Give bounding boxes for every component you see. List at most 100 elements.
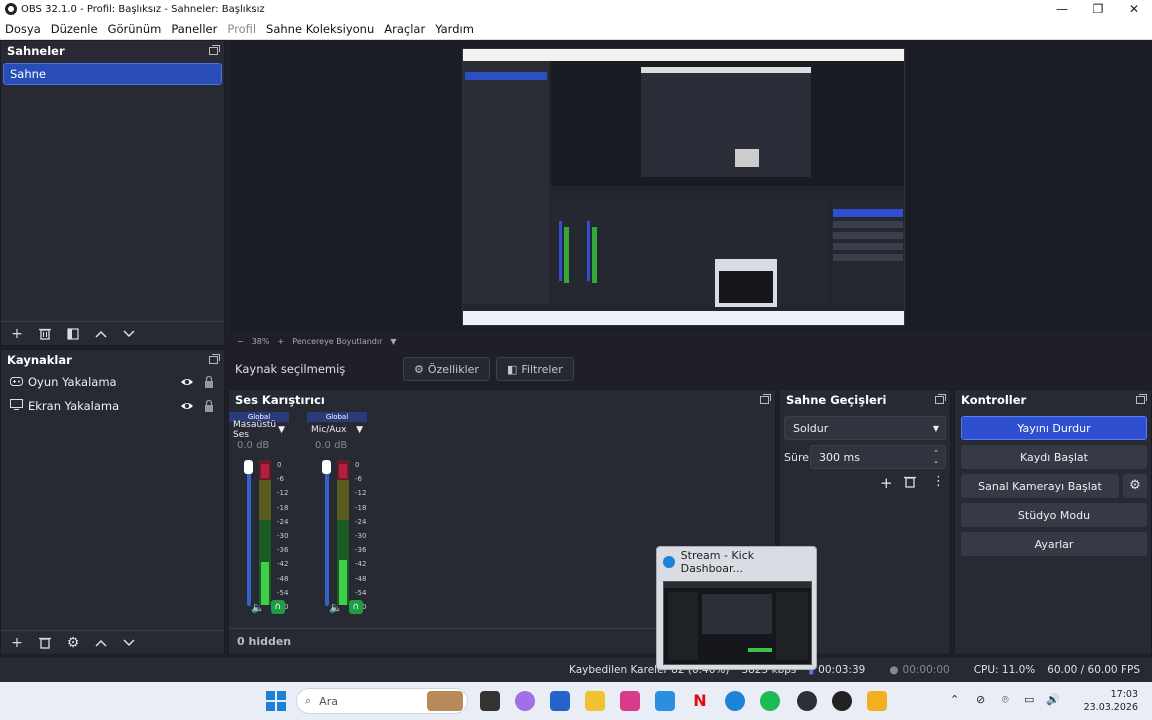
mixer-channel-mic: Global Mic/Aux ▼ 0.0 dB 0 -6 -12 -18 -24 -30-… (307, 412, 367, 618)
windows-start-icon[interactable] (266, 691, 286, 711)
duration-spinbox[interactable]: 300 ms ⌃ ⌄ (810, 445, 946, 469)
chevron-down-icon[interactable]: ▼ (390, 337, 396, 346)
scenes-header: Sahneler (7, 44, 65, 58)
sources-header: Kaynaklar (7, 353, 72, 367)
add-icon[interactable]: + (5, 633, 29, 653)
start-virtual-camera-button[interactable]: Sanal Kamerayı Başlat (961, 474, 1119, 498)
sources-toolbar: + ⚙ (1, 630, 224, 654)
terminal-icon[interactable] (480, 691, 500, 711)
clock-time: 17:03 (1110, 689, 1138, 700)
thumbnail-preview[interactable] (663, 581, 812, 665)
instagram-icon[interactable] (620, 691, 640, 711)
taskbar-thumbnail-popup[interactable]: Stream - Kick Dashboar... (656, 546, 817, 670)
menu-file[interactable]: Dosya (0, 22, 46, 36)
headphones-icon[interactable]: ∩ (270, 600, 285, 614)
search-icon: ⌕ (305, 694, 312, 707)
studio-mode-button[interactable]: Stüdyo Modu (961, 503, 1147, 527)
close-button[interactable]: ✕ (1116, 0, 1152, 18)
netflix-icon[interactable]: N (690, 691, 710, 711)
taskbar-search-input[interactable]: ⌕ Ara (296, 688, 468, 714)
mail-icon[interactable] (655, 691, 675, 711)
lock-icon[interactable] (204, 399, 214, 412)
settings-button[interactable]: Ayarlar (961, 532, 1147, 556)
filter-icon[interactable] (61, 324, 85, 344)
channel-name: Masaüstü Ses (233, 420, 277, 440)
visibility-eye-icon[interactable] (180, 399, 194, 413)
volume-icon[interactable]: 🔊 (1046, 693, 1060, 706)
transitions-header: Sahne Geçişleri (786, 393, 887, 407)
app-icon[interactable] (867, 691, 887, 711)
maximize-button[interactable]: ❐ (1080, 0, 1116, 18)
trash-icon[interactable] (33, 324, 57, 344)
more-options-icon[interactable]: ⋮ (932, 474, 945, 489)
speaker-icon[interactable]: 🔈 (329, 601, 343, 614)
trash-icon[interactable] (33, 633, 57, 653)
menu-view[interactable]: Görünüm (103, 22, 167, 36)
copilot-icon[interactable] (515, 691, 535, 711)
chevron-down-icon[interactable]: ▼ (356, 425, 363, 435)
stop-streaming-button[interactable]: Yayını Durdur (961, 416, 1147, 440)
speaker-icon[interactable]: 🔈 (251, 601, 265, 614)
volume-slider[interactable] (325, 464, 329, 606)
obs-icon[interactable] (797, 691, 817, 711)
visibility-eye-icon[interactable] (180, 375, 194, 389)
zoom-in-button[interactable]: + (277, 337, 284, 346)
cpu-usage: CPU: 11.0% (973, 664, 1036, 676)
move-down-icon[interactable] (117, 633, 141, 653)
app-icon[interactable] (832, 691, 852, 711)
move-up-icon[interactable] (89, 324, 113, 344)
source-item-game-capture[interactable]: Oyun Yakalama (1, 370, 224, 394)
menu-docks[interactable]: Paneller (166, 22, 222, 36)
minimize-button[interactable]: — (1044, 0, 1080, 18)
chevron-down-icon: ▼ (932, 423, 939, 433)
undock-icon[interactable] (209, 45, 220, 55)
windows-taskbar: ⌕ Ara N ⌃ ⊘ ⌾ ▭ 🔊 17:03 23.03.2026 (0, 682, 1152, 720)
microphone-icon[interactable]: ⌾ (1002, 693, 1009, 707)
add-transition-icon[interactable]: + (880, 474, 893, 492)
undock-icon[interactable] (935, 394, 946, 404)
menu-tools[interactable]: Araçlar (379, 22, 430, 36)
fit-to-window-label[interactable]: Pencereye Boyutlandır (292, 337, 382, 346)
undock-icon[interactable] (209, 354, 220, 364)
volume-slider-handle[interactable] (244, 460, 253, 474)
filters-button[interactable]: ◧ Filtreler (495, 357, 574, 381)
menu-edit[interactable]: Düzenle (46, 22, 103, 36)
undock-icon[interactable] (1136, 394, 1147, 404)
menu-scene-collection[interactable]: Sahne Koleksiyonu (261, 22, 379, 36)
gear-icon[interactable]: ⚙ (61, 633, 85, 653)
network-icon[interactable]: ⊘ (976, 693, 985, 706)
trash-icon[interactable] (904, 475, 916, 491)
stream-time: 00:03:39 (818, 664, 866, 676)
chevron-down-icon[interactable]: ▼ (278, 425, 285, 435)
window-title: OBS 32.1.0 - Profil: Başlıksız - Sahnele… (21, 3, 265, 15)
lock-icon[interactable] (204, 375, 214, 388)
start-recording-button[interactable]: Kaydı Başlat (961, 445, 1147, 469)
zoom-out-button[interactable]: − (237, 337, 244, 346)
add-icon[interactable]: + (5, 324, 29, 344)
zoom-value: 38% (251, 336, 270, 346)
store-icon[interactable] (550, 691, 570, 711)
move-up-icon[interactable] (89, 633, 113, 653)
taskbar-clock[interactable]: 17:03 23.03.2026 (1084, 688, 1138, 714)
spin-arrows-icon[interactable]: ⌃ ⌄ (933, 449, 939, 465)
controls-dock: Kontroller Yayını Durdur Kaydı Başlat Sa… (954, 389, 1152, 655)
menu-help[interactable]: Yardım (430, 22, 479, 36)
display-icon[interactable]: ▭ (1024, 693, 1034, 706)
edge-icon[interactable] (725, 691, 745, 711)
properties-button[interactable]: ⚙ Özellikler (403, 357, 490, 381)
chevron-up-icon[interactable]: ⌃ (950, 693, 959, 706)
scene-item[interactable]: Sahne (3, 63, 222, 85)
gear-icon: ⚙ (414, 362, 424, 376)
menu-profile[interactable]: Profil (222, 22, 261, 36)
move-down-icon[interactable] (117, 324, 141, 344)
transition-select[interactable]: Soldur ▼ (784, 416, 946, 440)
status-bar: Kaybedilen Kareler 82 (0.46%) 3825 kbps … (0, 658, 1152, 682)
volume-slider-handle[interactable] (322, 460, 331, 474)
spotify-icon[interactable] (760, 691, 780, 711)
undock-icon[interactable] (760, 394, 771, 404)
volume-slider[interactable] (247, 464, 251, 606)
folder-icon[interactable] (585, 691, 605, 711)
source-item-display-capture[interactable]: Ekran Yakalama (1, 394, 224, 418)
headphones-icon[interactable]: ∩ (348, 600, 363, 614)
gear-icon[interactable]: ⚙ (1123, 474, 1147, 498)
